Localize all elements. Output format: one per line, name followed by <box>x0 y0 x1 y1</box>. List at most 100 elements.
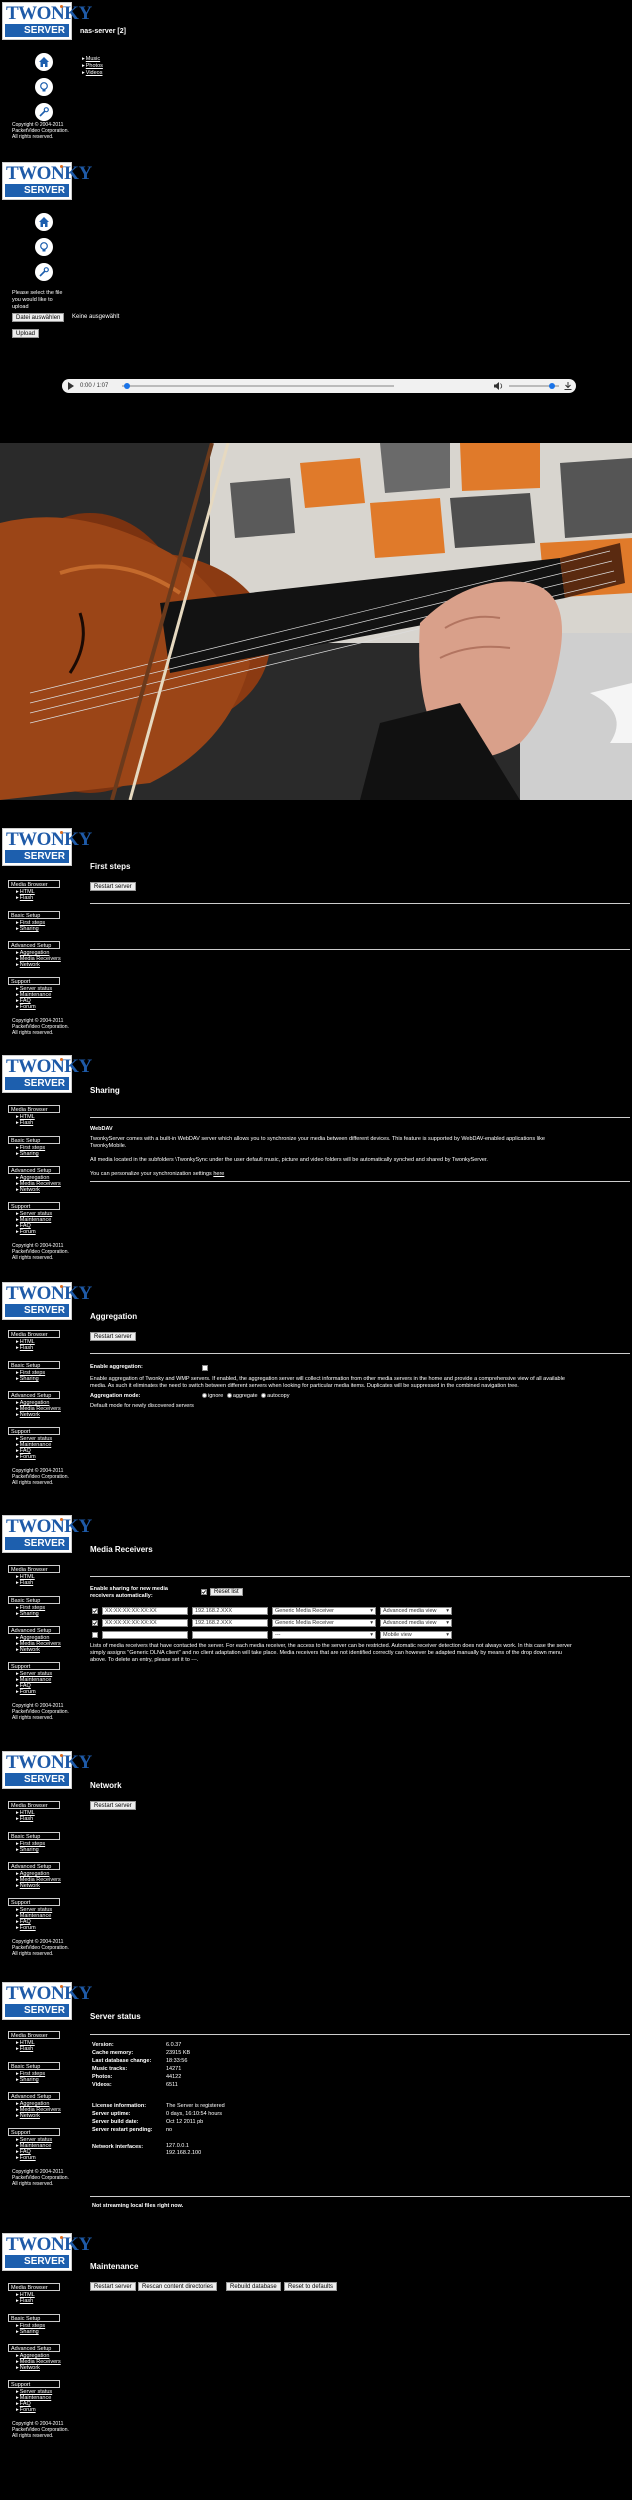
seek-knob[interactable] <box>124 383 131 389</box>
receiver-ip-field[interactable] <box>192 1631 268 1639</box>
menu-flash[interactable]: Flash <box>16 1120 33 1126</box>
menu-forum[interactable]: Forum <box>16 2155 36 2161</box>
menu-sharing[interactable]: Sharing <box>16 1376 39 1382</box>
menu-forum[interactable]: Forum <box>16 1229 36 1235</box>
video-frame[interactable] <box>0 443 632 800</box>
menu-flash[interactable]: Flash <box>16 1345 33 1351</box>
mode-ignore-radio[interactable] <box>202 1393 207 1399</box>
receiver-enabled-checkbox[interactable] <box>92 1632 98 1638</box>
choose-file-button[interactable]: Datei auswählen <box>12 313 65 322</box>
volume-icon[interactable] <box>494 382 504 392</box>
menu-sharing[interactable]: Sharing <box>16 1847 39 1853</box>
download-icon[interactable] <box>564 382 572 392</box>
menu-forum[interactable]: Forum <box>16 1925 36 1931</box>
status-value: The Server is registered <box>166 2103 225 2109</box>
restart-server-button[interactable]: Restart server <box>90 882 136 891</box>
copyright: Copyright © 2004-2011 PacketVideo Corpora… <box>12 1703 69 1721</box>
status-value: 14271 <box>166 2066 182 2072</box>
status-value: 6.0.37 <box>166 2042 182 2048</box>
rescan-content-button[interactable]: Rescan content directories <box>138 2282 218 2291</box>
menu-forum[interactable]: Forum <box>16 1689 36 1695</box>
menu-flash[interactable]: Flash <box>16 1816 33 1822</box>
receiver-ip-field[interactable]: 192.168.2.XXX <box>192 1607 268 1615</box>
status-value: no <box>166 2127 173 2133</box>
menu-network[interactable]: Network <box>16 2365 40 2371</box>
receiver-type-select[interactable]: --- <box>272 1631 376 1639</box>
menu-flash[interactable]: Flash <box>16 2298 33 2304</box>
receiver-mac-field[interactable]: XX:XX:XX:XX:XX:XX <box>102 1619 188 1627</box>
menu-sharing[interactable]: Sharing <box>16 1151 39 1157</box>
rebuild-database-button[interactable]: Rebuild database <box>226 2282 281 2291</box>
mode-autocopy-radio[interactable] <box>261 1393 267 1399</box>
bulb-icon[interactable] <box>35 78 53 96</box>
menu-flash[interactable]: Flash <box>16 895 33 901</box>
copyright: Copyright © 2004-2011 PacketVideo Corpora… <box>12 1939 69 1957</box>
menu-flash[interactable]: Flash <box>16 2046 33 2052</box>
receiver-type-select[interactable]: Generic Media Receiver <box>272 1607 376 1615</box>
restart-server-button[interactable]: Restart server <box>90 2282 136 2291</box>
receiver-mac-field[interactable] <box>102 1631 188 1639</box>
menu-sharing[interactable]: Sharing <box>16 2077 39 2083</box>
nav-music[interactable]: Music <box>82 56 100 62</box>
menu-forum[interactable]: Forum <box>16 1454 36 1460</box>
menu-network[interactable]: Network <box>16 2113 40 2119</box>
restart-server-button[interactable]: Restart server <box>90 1332 136 1341</box>
page-title: Aggregation <box>90 1312 138 1321</box>
status-value: 18:33:56 <box>166 2058 188 2064</box>
wrench-icon[interactable] <box>35 103 53 121</box>
aggregation-mode-radios: ignore aggregate autocopy <box>200 1393 289 1400</box>
page-title: Network <box>90 1781 122 1790</box>
receiver-enabled-checkbox[interactable] <box>92 1620 98 1626</box>
seek-bar[interactable] <box>122 383 394 389</box>
menu-network[interactable]: Network <box>16 1187 40 1193</box>
wrench-icon[interactable] <box>35 263 53 281</box>
streaming-status: Not streaming local files right now. <box>92 2203 184 2209</box>
volume-knob[interactable] <box>548 383 555 389</box>
receiver-mac-field[interactable]: XX:XX:XX:XX:XX:XX <box>102 1607 188 1615</box>
nav-videos[interactable]: Videos <box>82 70 103 76</box>
receiver-enabled-checkbox[interactable] <box>92 1608 98 1614</box>
aggregation-description: Enable aggregation of Twonky and WMP ser… <box>90 1376 565 1382</box>
volume-bar[interactable] <box>509 383 559 389</box>
upload-button[interactable]: Upload <box>12 329 40 338</box>
twonky-logo: TWONKY SERVER <box>2 1055 92 1093</box>
home-icon[interactable] <box>35 213 53 231</box>
menu-network[interactable]: Network <box>16 1883 40 1889</box>
mode-aggregate-radio[interactable] <box>226 1393 232 1399</box>
menu-sharing[interactable]: Sharing <box>16 926 39 932</box>
receiver-view-select[interactable]: Advanced media view <box>380 1607 452 1615</box>
receiver-view-select[interactable]: Mobile view <box>380 1631 452 1639</box>
receiver-ip-field[interactable]: 192.168.2.XXX <box>192 1619 268 1627</box>
menu-sharing[interactable]: Sharing <box>16 1611 39 1617</box>
menu-sharing[interactable]: Sharing <box>16 2329 39 2335</box>
copyright: Copyright © 2004-2011 PacketVideo Corpor… <box>12 122 69 140</box>
network-interfaces: 127.0.0.1 192.168.2.100 <box>166 2143 202 2156</box>
page-title: First steps <box>90 862 131 871</box>
page-title: Media Receivers <box>90 1545 153 1554</box>
twonky-logo: TWONKY SERVER <box>2 162 92 200</box>
menu-flash[interactable]: Flash <box>16 1580 33 1586</box>
copyright: Copyright © 2004-2011 PacketVideo Corpora… <box>12 1018 69 1036</box>
menu-forum[interactable]: Forum <box>16 1004 36 1010</box>
play-icon[interactable] <box>68 382 74 390</box>
reset-defaults-button[interactable]: Reset to defaults <box>284 2282 338 2291</box>
menu-network[interactable]: Network <box>16 1412 40 1418</box>
page-title: Sharing <box>90 1086 120 1095</box>
menu-network[interactable]: Network <box>16 962 40 968</box>
receiver-type-select[interactable]: Generic Media Receiver <box>272 1619 376 1627</box>
twonky-logo: TWONKY SERVER <box>2 1751 92 1789</box>
nav-photos[interactable]: Photos <box>82 63 103 69</box>
copyright: Copyright © 2004-2011 PacketVideo Corpora… <box>12 2169 69 2187</box>
reset-list-button[interactable]: Reset list <box>210 1588 243 1596</box>
sync-settings-link[interactable]: here <box>213 1171 224 1177</box>
bulb-icon[interactable] <box>35 238 53 256</box>
restart-server-button[interactable]: Restart server <box>90 1801 136 1810</box>
menu-network[interactable]: Network <box>16 1647 40 1653</box>
menu-forum[interactable]: Forum <box>16 2407 36 2413</box>
twonky-logo: TWONKY SERVER <box>2 1282 92 1320</box>
enable-aggregation-checkbox[interactable] <box>202 1365 208 1371</box>
auto-share-checkbox[interactable] <box>201 1589 207 1595</box>
home-icon[interactable] <box>35 53 53 71</box>
receiver-view-select[interactable]: Advanced media view <box>380 1619 452 1627</box>
twonky-logo: TWONKY SERVER <box>2 828 92 866</box>
